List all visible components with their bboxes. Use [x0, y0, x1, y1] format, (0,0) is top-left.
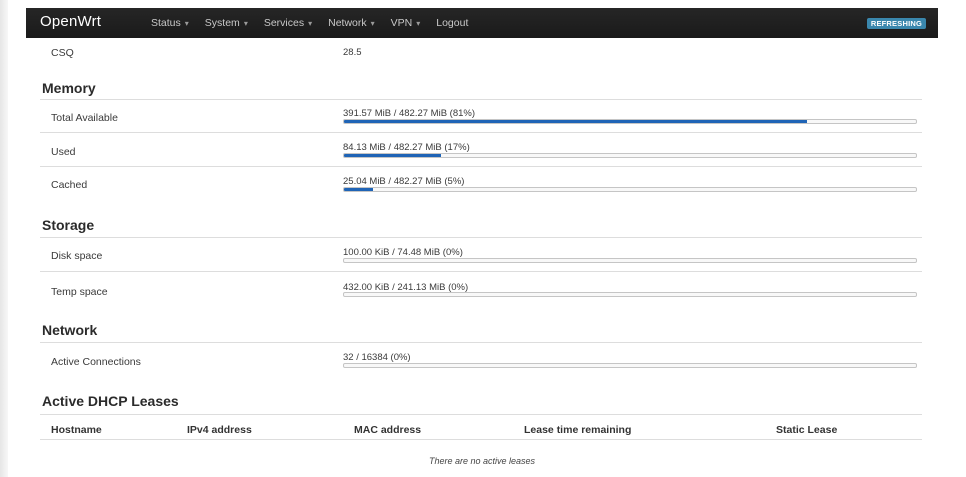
- table-divider: [40, 414, 922, 415]
- menu-logout[interactable]: Logout: [429, 8, 475, 38]
- csq-label: CSQ: [51, 47, 74, 59]
- caret-down-icon: ▾: [308, 19, 313, 28]
- storage-row-disk: Disk space 100.00 KiB / 74.48 MiB (0%): [40, 237, 922, 272]
- progress-bar: [343, 292, 917, 297]
- caret-down-icon: ▾: [370, 19, 375, 28]
- menu-label: System: [204, 17, 240, 29]
- column-header-static-lease[interactable]: Static Lease: [776, 424, 837, 436]
- storage-heading: Storage: [42, 217, 95, 233]
- menu-label: Status: [151, 17, 181, 29]
- status-page: OpenWrt Status ▾ System ▾ Services ▾ Networ…: [26, 0, 938, 477]
- progress-bar: [343, 153, 917, 158]
- menu-label: Network: [328, 17, 367, 29]
- table-divider: [40, 439, 922, 440]
- column-header-hostname[interactable]: Hostname: [51, 424, 102, 436]
- menu-system[interactable]: System ▾: [198, 8, 255, 38]
- column-header-ipv4[interactable]: IPv4 address: [187, 424, 252, 436]
- empty-table-message: There are no active leases: [428, 456, 536, 466]
- caret-down-icon: ▾: [184, 19, 189, 28]
- progress-bar: [343, 119, 917, 124]
- caret-down-icon: ▾: [243, 19, 248, 28]
- dhcp-heading: Active DHCP Leases: [42, 393, 179, 409]
- row-label: Disk space: [51, 250, 103, 262]
- page-background-edge: [0, 0, 8, 477]
- menu-label: Services: [263, 17, 305, 29]
- menu-label: VPN: [390, 17, 413, 29]
- row-value: 25.04 MiB / 482.27 MiB (5%): [343, 176, 465, 187]
- row-label: Active Connections: [51, 356, 141, 368]
- column-header-lease-time[interactable]: Lease time remaining: [524, 424, 631, 436]
- row-value: 100.00 KiB / 74.48 MiB (0%): [343, 247, 463, 258]
- column-header-mac[interactable]: MAC address: [354, 424, 421, 436]
- caret-down-icon: ▾: [416, 19, 421, 28]
- refreshing-badge[interactable]: REFRESHING: [866, 18, 926, 29]
- menu-services[interactable]: Services ▾: [257, 8, 319, 38]
- row-label: Total Available: [51, 112, 118, 124]
- menu-vpn[interactable]: VPN ▾: [384, 8, 428, 38]
- row-value: 32 / 16384 (0%): [343, 352, 411, 363]
- storage-row-temp: Temp space 432.00 KiB / 241.13 MiB (0%): [40, 271, 922, 306]
- menu-label: Logout: [436, 17, 469, 29]
- memory-row-used: Used 84.13 MiB / 482.27 MiB (17%): [40, 132, 922, 167]
- row-value: 391.57 MiB / 482.27 MiB (81%): [343, 108, 476, 119]
- row-value: 84.13 MiB / 482.27 MiB (17%): [343, 142, 470, 153]
- progress-fill: [344, 120, 808, 123]
- memory-row-total: Total Available 391.57 MiB / 482.27 MiB …: [40, 99, 922, 133]
- main-menu: Status ▾ System ▾ Services ▾ Network ▾ VPN ▾ …: [144, 8, 477, 38]
- progress-bar: [343, 363, 917, 368]
- network-heading: Network: [42, 322, 98, 338]
- progress-fill: [344, 188, 373, 191]
- brand-logo[interactable]: OpenWrt: [40, 13, 101, 30]
- progress-fill: [344, 154, 442, 157]
- row-label: Temp space: [51, 286, 108, 298]
- csq-value: 28.5: [343, 47, 362, 58]
- network-row-connections: Active Connections 32 / 16384 (0%): [40, 342, 922, 377]
- top-navbar: OpenWrt Status ▾ System ▾ Services ▾ Networ…: [26, 8, 938, 38]
- memory-row-cached: Cached 25.04 MiB / 482.27 MiB (5%): [40, 166, 922, 201]
- memory-heading: Memory: [42, 80, 96, 96]
- progress-bar: [343, 258, 917, 263]
- row-label: Cached: [51, 179, 88, 191]
- row-label: Used: [51, 146, 76, 158]
- progress-bar: [343, 187, 917, 192]
- menu-network[interactable]: Network ▾: [321, 8, 382, 38]
- menu-status[interactable]: Status ▾: [144, 8, 196, 38]
